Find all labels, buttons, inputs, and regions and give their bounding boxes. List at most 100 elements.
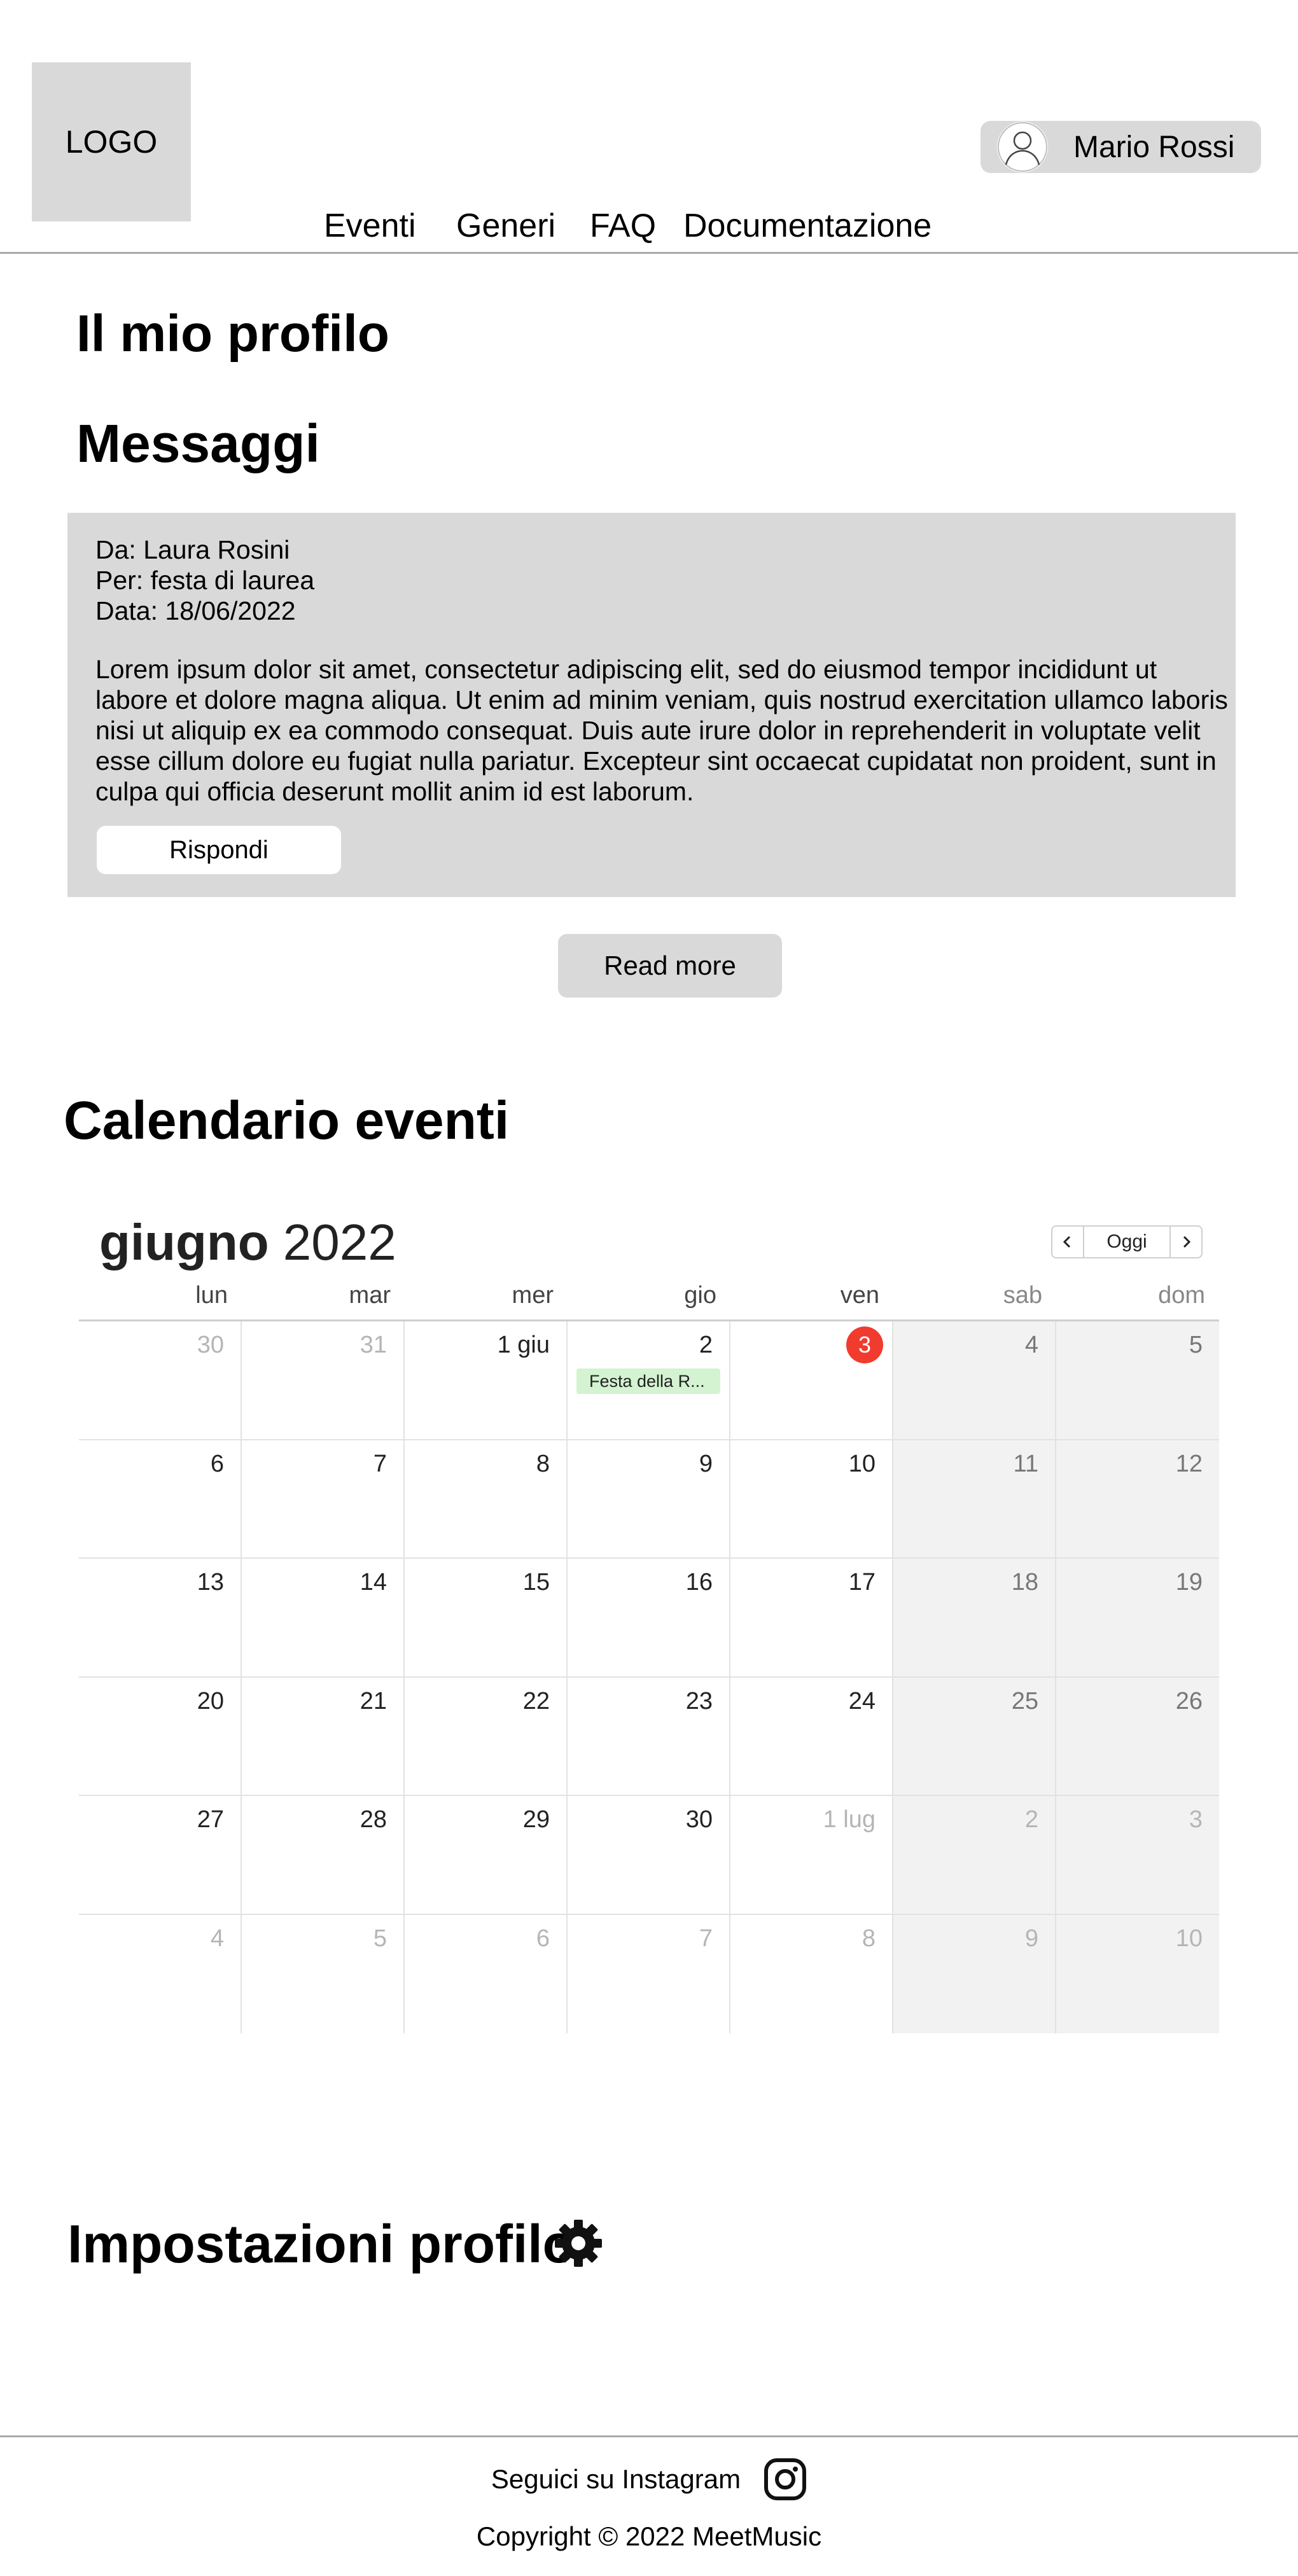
calendar-day-cell[interactable]: 23 bbox=[568, 1677, 730, 1796]
nav-faq[interactable]: FAQ bbox=[590, 204, 656, 248]
logo[interactable]: LOGO bbox=[32, 62, 191, 221]
calendar-day-number: 30 bbox=[197, 1332, 224, 1358]
footer-instagram: Seguici su Instagram bbox=[0, 2457, 1298, 2502]
calendar-day-cell[interactable]: 3 bbox=[1056, 1796, 1219, 1915]
calendar-day-cell[interactable]: 29 bbox=[405, 1796, 568, 1915]
calendar-day-cell[interactable]: 9 bbox=[568, 1440, 730, 1559]
calendar-day-cell[interactable]: 1 lug bbox=[730, 1796, 893, 1915]
calendar-day-number: 29 bbox=[522, 1806, 550, 1833]
calendar-day-cell[interactable]: 21 bbox=[242, 1677, 405, 1796]
main-nav: Eventi Generi FAQ Documentazione bbox=[0, 204, 1298, 248]
calendar-day-cell[interactable]: 10 bbox=[1056, 1914, 1219, 2033]
calendar-day-cell[interactable]: 3 bbox=[730, 1321, 893, 1440]
calendar-day-cell[interactable]: 7 bbox=[568, 1914, 730, 2033]
calendar-day-cell[interactable]: 25 bbox=[893, 1677, 1056, 1796]
calendar-day-cell[interactable]: 19 bbox=[1056, 1559, 1219, 1678]
calendar-day-cell[interactable]: 7 bbox=[242, 1440, 405, 1559]
weekday-sab: sab bbox=[1003, 1282, 1042, 1309]
weekday-mer: mer bbox=[512, 1282, 554, 1309]
calendar-day-number: 9 bbox=[699, 1450, 713, 1477]
calendar-day-cell[interactable]: 6 bbox=[405, 1914, 568, 2033]
nav-generi[interactable]: Generi bbox=[456, 204, 555, 248]
calendar-day-number: 10 bbox=[1175, 1925, 1203, 1952]
calendar-day-number: 6 bbox=[536, 1925, 550, 1952]
calendar-day-cell[interactable]: 14 bbox=[242, 1559, 405, 1678]
page-title: Il mio profilo bbox=[76, 305, 389, 363]
chevron-left-icon bbox=[1063, 1236, 1071, 1248]
calendar-day-cell[interactable]: 6 bbox=[79, 1440, 242, 1559]
calendar-day-cell[interactable]: 20 bbox=[79, 1677, 242, 1796]
calendar-day-number: 10 bbox=[848, 1450, 876, 1477]
settings-title: Impostazioni profilo bbox=[67, 2214, 575, 2274]
user-avatar-icon bbox=[997, 122, 1048, 172]
weekday-ven: ven bbox=[840, 1282, 879, 1309]
calendar-month-name: giugno bbox=[99, 1214, 269, 1271]
gear-icon[interactable] bbox=[552, 2217, 604, 2269]
calendar-day-cell[interactable]: 26 bbox=[1056, 1677, 1219, 1796]
nav-eventi[interactable]: Eventi bbox=[324, 204, 416, 248]
calendar-day-cell[interactable]: 30 bbox=[79, 1321, 242, 1440]
calendar-today-marker: 3 bbox=[846, 1326, 883, 1363]
message-sender: Da: Laura Rosini bbox=[95, 535, 290, 564]
calendar-day-cell[interactable]: 22 bbox=[405, 1677, 568, 1796]
calendar-day-cell[interactable]: 31 bbox=[242, 1321, 405, 1440]
calendar-day-number: 15 bbox=[522, 1569, 550, 1596]
calendar-day-cell[interactable]: 9 bbox=[893, 1914, 1056, 2033]
reply-button[interactable]: Rispondi bbox=[97, 826, 341, 874]
user-name: Mario Rossi bbox=[1073, 130, 1235, 164]
calendar-day-number: 24 bbox=[848, 1687, 876, 1715]
calendar-day-cell[interactable]: 18 bbox=[893, 1559, 1056, 1678]
calendar-prev-button[interactable] bbox=[1051, 1225, 1084, 1258]
calendar-year: 2022 bbox=[283, 1214, 396, 1271]
user-menu-button[interactable]: Mario Rossi bbox=[980, 121, 1261, 173]
calendar-day-cell[interactable]: 30 bbox=[568, 1796, 730, 1915]
logo-text: LOGO bbox=[65, 124, 158, 160]
calendar-day-cell[interactable]: 1 giu bbox=[405, 1321, 568, 1440]
calendar-day-cell[interactable]: 8 bbox=[730, 1914, 893, 2033]
read-more-button[interactable]: Read more bbox=[558, 934, 782, 998]
calendar-grid: 30 31 1 giu 2 Festa della R... 3 4 5 6 7 8 9 10 11 12 1… bbox=[79, 1321, 1219, 2033]
instagram-label[interactable]: Seguici su Instagram bbox=[491, 2457, 741, 2502]
calendar-day-cell[interactable]: 4 bbox=[893, 1321, 1056, 1440]
calendar-day-cell[interactable]: 13 bbox=[79, 1559, 242, 1678]
calendar-day-number: 6 bbox=[210, 1450, 224, 1477]
calendar-day-number: 2 bbox=[699, 1332, 713, 1358]
calendar-section-title: Calendario eventi bbox=[64, 1090, 510, 1150]
calendar-day-number: 17 bbox=[848, 1569, 876, 1596]
nav-documentazione[interactable]: Documentazione bbox=[683, 204, 932, 248]
calendar-day-number: 31 bbox=[359, 1332, 387, 1358]
calendar-day-cell[interactable]: 8 bbox=[405, 1440, 568, 1559]
calendar-day-cell[interactable]: 15 bbox=[405, 1559, 568, 1678]
calendar-day-number: 5 bbox=[1189, 1332, 1203, 1358]
calendar-today-button[interactable]: Oggi bbox=[1084, 1225, 1169, 1258]
calendar-day-number: 7 bbox=[699, 1925, 713, 1952]
message-subject: Per: festa di laurea bbox=[95, 566, 315, 595]
calendar-next-button[interactable] bbox=[1169, 1225, 1203, 1258]
calendar-day-cell[interactable]: 28 bbox=[242, 1796, 405, 1915]
calendar-day-number: 8 bbox=[536, 1450, 550, 1477]
calendar-day-cell[interactable]: 5 bbox=[1056, 1321, 1219, 1440]
calendar-day-cell[interactable]: 17 bbox=[730, 1559, 893, 1678]
calendar-day-number: 25 bbox=[1011, 1687, 1038, 1715]
calendar-day-cell[interactable]: 10 bbox=[730, 1440, 893, 1559]
calendar-day-cell[interactable]: 12 bbox=[1056, 1440, 1219, 1559]
calendar-day-cell[interactable]: 27 bbox=[79, 1796, 242, 1915]
calendar-day-cell[interactable]: 16 bbox=[568, 1559, 730, 1678]
calendar-day-number: 13 bbox=[197, 1569, 224, 1596]
instagram-icon[interactable] bbox=[764, 2458, 807, 2501]
calendar-day-cell[interactable]: 5 bbox=[242, 1914, 405, 2033]
calendar-day-cell[interactable]: 11 bbox=[893, 1440, 1056, 1559]
calendar-day-number: 26 bbox=[1175, 1687, 1203, 1715]
calendar-day-number: 27 bbox=[197, 1806, 224, 1833]
calendar-day-cell[interactable]: 24 bbox=[730, 1677, 893, 1796]
calendar-day-number: 18 bbox=[1011, 1569, 1038, 1596]
calendar-event[interactable]: Festa della R... bbox=[576, 1368, 720, 1394]
calendar-day-number: 22 bbox=[522, 1687, 550, 1715]
calendar-day-cell[interactable]: 4 bbox=[79, 1914, 242, 2033]
calendar-month-title: giugno 2022 bbox=[99, 1208, 396, 1278]
calendar-day-number: 11 bbox=[1013, 1450, 1038, 1477]
calendar-day-cell[interactable]: 2 Festa della R... bbox=[568, 1321, 730, 1440]
calendar-day-number: 23 bbox=[685, 1687, 713, 1715]
header-divider bbox=[0, 252, 1298, 254]
calendar-day-cell[interactable]: 2 bbox=[893, 1796, 1056, 1915]
